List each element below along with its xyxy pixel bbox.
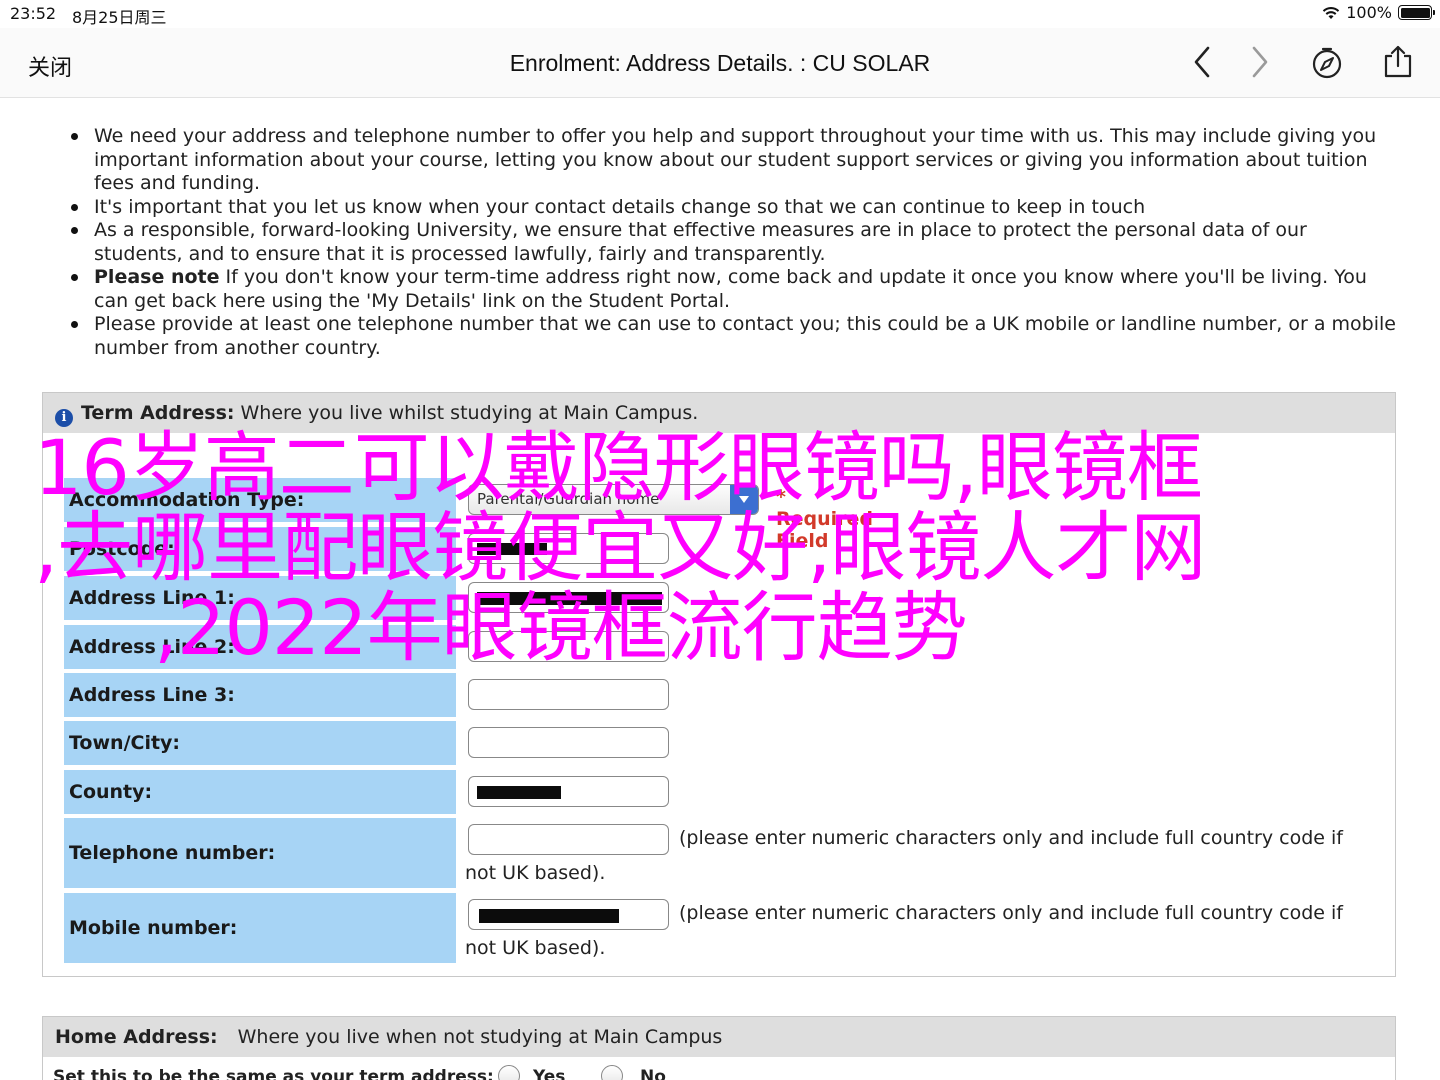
back-arrow-icon[interactable] <box>1184 44 1220 80</box>
info-icon: i <box>55 409 73 427</box>
mobile-hint: (please enter numeric characters only an… <box>679 902 1343 924</box>
status-bar: 23:52 8月25日周三 100% <box>0 0 1440 28</box>
accommodation-select[interactable]: Parental/Guardian home <box>468 484 759 515</box>
telephone-hint: (please enter numeric characters only an… <box>679 827 1343 849</box>
bullet-item: As a responsible, forward-looking Univer… <box>70 219 1400 266</box>
accommodation-label: Accommodation Type: <box>64 478 456 522</box>
bullet-item: Please provide at least one telephone nu… <box>70 313 1400 360</box>
telephone-hint-cont: not UK based). <box>465 862 606 884</box>
bullet-item: We need your address and telephone numbe… <box>70 125 1400 196</box>
mobile-hint-cont: not UK based). <box>465 937 606 959</box>
postcode-label: Postcode: <box>64 527 456 571</box>
forward-arrow-icon[interactable] <box>1242 44 1278 80</box>
status-date: 8月25日周三 <box>72 8 167 27</box>
bullet-item: It's important that you let us know when… <box>70 196 1400 220</box>
address-line-3-input[interactable] <box>468 679 669 710</box>
same-no-label: No <box>640 1067 666 1080</box>
bullet-item: Please note If you don't know your term-… <box>70 266 1400 313</box>
compass-icon[interactable] <box>1309 44 1345 80</box>
same-no-radio[interactable] <box>601 1065 623 1080</box>
term-address-section: i Term Address: Where you live whilst stu… <box>42 392 1396 977</box>
status-right: 100% <box>1322 3 1435 22</box>
battery-percent: 100% <box>1346 3 1392 22</box>
nav-bar: 关闭 Enrolment: Address Details. : CU SOLA… <box>0 28 1440 98</box>
chevron-down-icon <box>730 485 758 514</box>
postcode-input[interactable] <box>468 533 669 564</box>
address-line-1-input[interactable] <box>468 582 669 613</box>
address-line-2-input[interactable] <box>468 631 669 662</box>
telephone-label: Telephone number: <box>64 818 456 888</box>
address-line-2-label: Address Line 2: <box>64 625 456 669</box>
battery-icon <box>1398 5 1435 20</box>
address-line-1-label: Address Line 1: <box>64 576 456 620</box>
info-bullets: We need your address and telephone numbe… <box>70 125 1400 360</box>
mobile-input[interactable] <box>468 899 669 930</box>
town-city-label: Town/City: <box>64 721 456 765</box>
home-address-header: Home Address: Where you live when not stu… <box>43 1017 1395 1057</box>
town-city-input[interactable] <box>468 727 669 758</box>
page-content: We need your address and telephone numbe… <box>0 99 1440 1080</box>
share-icon[interactable] <box>1380 44 1416 80</box>
page-title: Enrolment: Address Details. : CU SOLAR <box>509 50 931 76</box>
wifi-icon <box>1323 6 1340 19</box>
same-yes-label: Yes <box>533 1067 566 1080</box>
mobile-label: Mobile number: <box>64 893 456 963</box>
term-address-header: i Term Address: Where you live whilst stu… <box>43 393 1395 433</box>
close-button[interactable]: 关闭 <box>28 50 72 82</box>
telephone-input[interactable] <box>468 824 669 855</box>
status-time: 23:52 <box>10 4 57 23</box>
county-input[interactable] <box>468 776 669 807</box>
county-label: County: <box>64 770 456 814</box>
home-address-section: Home Address: Where you live when not stu… <box>42 1016 1396 1080</box>
address-line-3-label: Address Line 3: <box>64 673 456 717</box>
required-field-note: * Required Field <box>776 486 874 552</box>
same-as-term-label: Set this to be the same as your term add… <box>53 1067 494 1080</box>
same-yes-radio[interactable] <box>498 1065 520 1080</box>
